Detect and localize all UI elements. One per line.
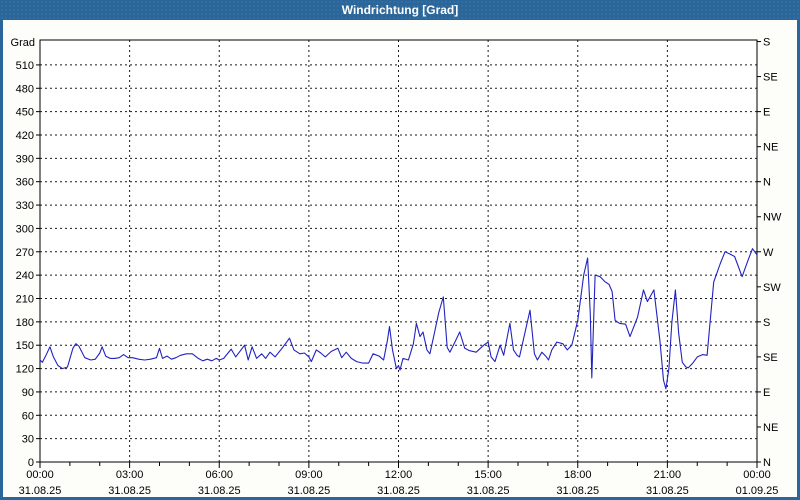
compass-label: SE (763, 72, 778, 84)
y-tick-label-left: 360 (16, 177, 34, 189)
y-tick-label-left: 150 (16, 340, 34, 352)
y-tick-label-left: 480 (16, 83, 34, 95)
y-tick-label-left: 240 (16, 270, 34, 282)
compass-label: S (763, 317, 770, 329)
y-tick-label-left: 270 (16, 247, 34, 259)
y-tick-label-left: 330 (16, 200, 34, 212)
x-tick-label: 00:00 (743, 469, 771, 481)
y-tick-label-left: 300 (16, 223, 34, 235)
y-tick-label-left: 180 (16, 317, 34, 329)
window-titlebar: Windrichtung [Grad] (0, 0, 800, 20)
x-date-label: 31.08.25 (19, 485, 62, 497)
compass-label: NE (763, 142, 778, 154)
x-date-label: 31.08.25 (108, 485, 151, 497)
x-date-label: 31.08.25 (377, 485, 420, 497)
compass-label: N (763, 457, 771, 469)
x-tick-label: 03:00 (116, 469, 144, 481)
y-tick-label-left: 390 (16, 153, 34, 165)
x-date-label: 31.08.25 (467, 485, 510, 497)
y-tick-label-left: 30 (22, 434, 34, 446)
y-tick-label-left: 420 (16, 130, 34, 142)
compass-label: SE (763, 352, 778, 364)
y-tick-label-left: 210 (16, 293, 34, 305)
y-axis-title: Grad (11, 37, 35, 49)
y-tick-label-left: 90 (22, 387, 34, 399)
compass-label: S (763, 37, 770, 49)
y-tick-label-left: 450 (16, 107, 34, 119)
compass-label: N (763, 177, 771, 189)
x-tick-label: 12:00 (385, 469, 413, 481)
x-tick-label: 15:00 (474, 469, 502, 481)
app-window: Windrichtung [Grad] 510 480 450 420 390 360 33… (0, 0, 800, 500)
y-tick-label-left: 0 (28, 457, 34, 469)
x-tick-label: 21:00 (654, 469, 682, 481)
window-title: Windrichtung [Grad] (341, 3, 459, 17)
window-border-left (0, 20, 3, 500)
x-date-label: 31.08.25 (556, 485, 599, 497)
x-tick-label: 00:00 (26, 469, 54, 481)
x-tick-label: 06:00 (205, 469, 233, 481)
compass-label: SW (763, 282, 781, 294)
y-tick-label-left: 120 (16, 364, 34, 376)
x-tick-label: 09:00 (295, 469, 323, 481)
compass-label: E (763, 387, 770, 399)
x-tick-label: 18:00 (564, 469, 592, 481)
x-date-label: 01.09.25 (736, 485, 779, 497)
wind-direction-chart: 5104804504203903603303002702402101801501… (11, 37, 782, 497)
compass-label: E (763, 107, 770, 119)
compass-label: NE (763, 422, 778, 434)
compass-label: NW (763, 212, 782, 224)
compass-label: W (763, 247, 774, 259)
y-tick-label-left: 510 (16, 60, 34, 72)
y-tick-label-left: 60 (22, 410, 34, 422)
x-date-label: 31.08.25 (287, 485, 330, 497)
x-date-label: 31.08.25 (198, 485, 241, 497)
x-date-label: 31.08.25 (646, 485, 689, 497)
